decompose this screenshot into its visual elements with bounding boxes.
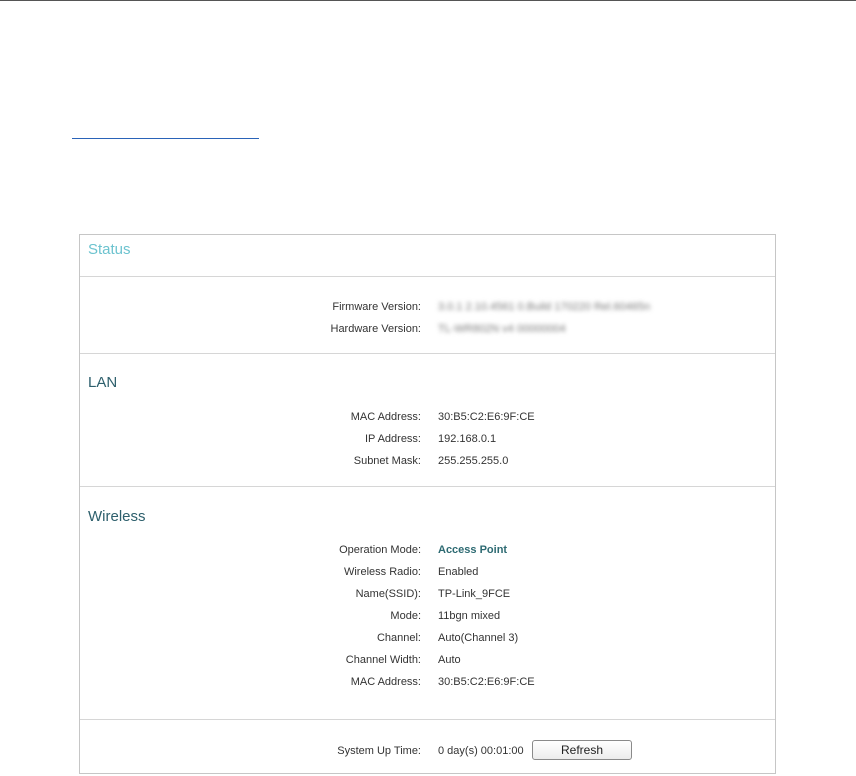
channel-label: Channel: <box>376 632 421 644</box>
link-underline[interactable] <box>72 138 259 139</box>
wireless-channel-row: Channel: Auto(Channel 3) <box>80 630 775 646</box>
wireless-title: Wireless <box>88 508 146 525</box>
channel-value: Auto(Channel 3) <box>438 632 519 644</box>
lan-mac-label: MAC Address: <box>350 411 421 423</box>
lan-mac-value: 30:B5:C2:E6:9F:CE <box>438 411 535 423</box>
wireless-mode-label: Mode: <box>390 610 421 622</box>
operation-mode-label: Operation Mode: <box>339 544 421 556</box>
wireless-radio-value: Enabled <box>438 566 479 578</box>
channel-width-label: Channel Width: <box>345 654 421 666</box>
ssid-value: TP-Link_9FCE <box>438 588 511 600</box>
lan-ip-label: IP Address: <box>364 433 421 445</box>
top-divider <box>0 0 856 1</box>
uptime-value: 0 day(s) 00:01:00 <box>438 745 524 757</box>
status-title: Status <box>88 241 131 258</box>
status-header: Status <box>80 235 775 277</box>
wireless-operation-mode-row: Operation Mode: Access Point <box>80 542 775 558</box>
lan-mac-row: MAC Address: 30:B5:C2:E6:9F:CE <box>80 409 775 425</box>
firmware-version-value: 3.0.1 2.10.4561 0.Build 170220 Rel.60465… <box>438 301 651 313</box>
lan-ip-row: IP Address: 192.168.0.1 <box>80 431 775 447</box>
wireless-mac-row: MAC Address: 30:B5:C2:E6:9F:CE <box>80 674 775 690</box>
status-panel: Status Firmware Version: 3.0.1 2.10.4561… <box>79 234 776 774</box>
hardware-version-label: Hardware Version: <box>330 323 422 335</box>
channel-width-value: Auto <box>438 654 461 666</box>
operation-mode-value: Access Point <box>438 544 508 556</box>
firmware-version-label: Firmware Version: <box>332 301 421 313</box>
lan-section: LAN MAC Address: 30:B5:C2:E6:9F:CE IP Ad… <box>80 354 775 487</box>
hardware-version-row: Hardware Version: TL-WR802N v4 00000004 <box>80 321 775 337</box>
system-info-section: Firmware Version: 3.0.1 2.10.4561 0.Buil… <box>80 277 775 354</box>
uptime-label: System Up Time: <box>337 745 421 757</box>
wireless-radio-label: Wireless Radio: <box>343 566 421 578</box>
wireless-mode-value: 11bgn mixed <box>438 610 501 622</box>
ssid-label: Name(SSID): <box>355 588 421 600</box>
lan-title: LAN <box>88 374 118 391</box>
wireless-mac-label: MAC Address: <box>350 676 421 688</box>
wireless-mode-row: Mode: 11bgn mixed <box>80 608 775 624</box>
lan-subnet-label: Subnet Mask: <box>353 455 421 467</box>
uptime-row: System Up Time: 0 day(s) 00:01:00 Refres… <box>80 740 775 760</box>
lan-ip-value: 192.168.0.1 <box>438 433 497 445</box>
uptime-section: System Up Time: 0 day(s) 00:01:00 Refres… <box>80 720 775 773</box>
wireless-channel-width-row: Channel Width: Auto <box>80 652 775 668</box>
wireless-radio-row: Wireless Radio: Enabled <box>80 564 775 580</box>
firmware-version-row: Firmware Version: 3.0.1 2.10.4561 0.Buil… <box>80 299 775 315</box>
hardware-version-value: TL-WR802N v4 00000004 <box>438 323 566 335</box>
lan-subnet-row: Subnet Mask: 255.255.255.0 <box>80 453 775 469</box>
wireless-mac-value: 30:B5:C2:E6:9F:CE <box>438 676 535 688</box>
wireless-ssid-row: Name(SSID): TP-Link_9FCE <box>80 586 775 602</box>
wireless-section: Wireless Operation Mode: Access Point Wi… <box>80 487 775 720</box>
refresh-button[interactable]: Refresh <box>532 740 632 760</box>
lan-subnet-value: 255.255.255.0 <box>438 455 509 467</box>
